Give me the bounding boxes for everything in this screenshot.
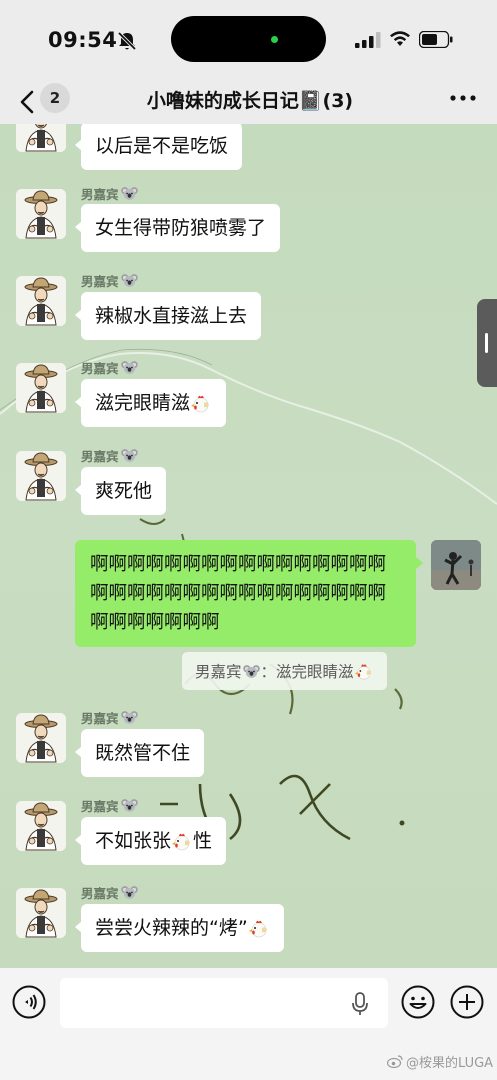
weibo-logo-icon — [387, 1055, 403, 1068]
chicken-emoji-icon — [248, 917, 270, 939]
sender-name: 男嘉宾 — [81, 358, 138, 377]
chat-title[interactable]: 小噜妹的成长日记📓(3) — [80, 86, 420, 113]
sender-name: 男嘉宾 — [81, 883, 138, 902]
my-avatar[interactable] — [431, 540, 481, 590]
side-drawer-handle[interactable] — [477, 299, 497, 387]
message-bubble[interactable]: 不如张张 性 — [74, 817, 227, 865]
koala-icon — [121, 186, 138, 201]
sender-name-text: 男嘉宾 — [81, 187, 119, 202]
message-text: 爽死他 — [95, 480, 153, 502]
more-options-button[interactable] — [448, 88, 478, 108]
message-text: 女生得带防狼喷雾了 — [95, 217, 267, 239]
bell-off-icon — [117, 31, 137, 51]
sender-name-text: 男嘉宾 — [81, 274, 119, 289]
chicken-emoji-icon — [354, 661, 374, 681]
message-text: 啊啊啊啊啊啊啊啊啊啊啊啊啊啊啊啊啊啊啊啊啊啊啊啊啊啊啊啊啊啊啊啊啊啊啊啊啊啊啊 — [90, 554, 387, 633]
emoji-button[interactable] — [401, 985, 435, 1019]
sender-avatar[interactable] — [16, 888, 66, 938]
koala-icon — [121, 448, 138, 463]
back-button[interactable] — [16, 86, 42, 118]
sender-name: 男嘉宾 — [81, 708, 138, 727]
message-text: 尝尝火辣辣的“烤” — [95, 917, 248, 939]
chicken-emoji-icon — [171, 830, 193, 852]
sender-name: 男嘉宾 — [81, 184, 138, 203]
sender-name: 男嘉宾 — [81, 446, 138, 465]
message-bubble[interactable]: 辣椒水直接滋上去 — [74, 292, 262, 340]
koala-icon — [121, 360, 138, 375]
quote-separator: ： — [260, 663, 277, 681]
my-message-bubble[interactable]: 啊啊啊啊啊啊啊啊啊啊啊啊啊啊啊啊啊啊啊啊啊啊啊啊啊啊啊啊啊啊啊啊啊啊啊啊啊啊啊 — [75, 540, 423, 647]
sender-avatar[interactable] — [16, 124, 66, 152]
chat-header: 2 小噜妹的成长日记📓(3) — [0, 80, 497, 124]
sender-name-text: 男嘉宾 — [81, 711, 119, 726]
watermark: @桉果的LUGA — [387, 1052, 493, 1071]
microphone-icon[interactable] — [351, 992, 369, 1016]
message-bubble[interactable]: 尝尝火辣辣的“烤” — [75, 904, 284, 952]
input-bar: @桉果的LUGA — [0, 968, 497, 1080]
message-text-before: 不如张张 — [95, 830, 172, 852]
quote-sender: 男嘉宾 — [195, 663, 242, 681]
koala-icon — [121, 885, 138, 900]
message-bubble[interactable]: 以后是不是吃饭 — [74, 124, 243, 170]
sender-avatar[interactable] — [16, 189, 66, 239]
chat-message-list[interactable]: 以后是不是吃饭 男嘉宾 女生得带防狼喷雾了 男嘉宾 辣椒水直接滋上去 男嘉宾 滋… — [0, 124, 497, 968]
dynamic-island — [171, 16, 326, 62]
sender-name-text: 男嘉宾 — [81, 799, 119, 814]
sender-avatar[interactable] — [16, 363, 66, 413]
camera-indicator-dot — [271, 36, 278, 43]
sender-name-text: 男嘉宾 — [81, 449, 119, 464]
battery-icon — [419, 31, 453, 48]
message-input[interactable] — [60, 978, 388, 1028]
sender-name-text: 男嘉宾 — [81, 361, 119, 376]
quoted-reply[interactable]: 男嘉宾 ： 滋完眼睛滋 — [182, 652, 387, 690]
sender-avatar[interactable] — [16, 713, 66, 763]
message-text: 以后是不是吃饭 — [95, 135, 229, 157]
message-text: 辣椒水直接滋上去 — [95, 305, 248, 327]
watermark-text: @桉果的LUGA — [406, 1056, 494, 1071]
message-text-after: 性 — [193, 830, 213, 852]
message-text: 滋完眼睛滋 — [95, 392, 191, 414]
message-bubble[interactable]: 既然管不住 — [74, 729, 205, 777]
koala-icon — [121, 710, 138, 725]
wifi-icon — [390, 31, 410, 46]
voice-input-button[interactable] — [12, 985, 46, 1019]
sender-name: 男嘉宾 — [81, 271, 138, 290]
unread-count-badge[interactable]: 2 — [40, 83, 70, 113]
koala-icon — [243, 664, 260, 679]
sender-avatar[interactable] — [16, 451, 66, 501]
quote-text: 滋完眼睛滋 — [276, 663, 354, 681]
sender-name-text: 男嘉宾 — [81, 886, 119, 901]
message-bubble[interactable]: 女生得带防狼喷雾了 — [74, 204, 281, 252]
sender-avatar[interactable] — [16, 801, 66, 851]
message-bubble[interactable]: 爽死他 — [74, 467, 167, 515]
message-bubble[interactable]: 滋完眼睛滋 — [74, 379, 227, 427]
sender-name: 男嘉宾 — [81, 796, 138, 815]
sender-avatar[interactable] — [16, 276, 66, 326]
koala-icon — [121, 273, 138, 288]
message-text: 既然管不住 — [95, 742, 191, 764]
more-functions-button[interactable] — [450, 985, 484, 1019]
koala-icon — [121, 798, 138, 813]
cellular-signal-icon — [355, 32, 381, 48]
status-bar: 09:54 — [0, 0, 497, 80]
chicken-emoji-icon — [190, 392, 212, 414]
status-time: 09:54 — [48, 28, 118, 52]
